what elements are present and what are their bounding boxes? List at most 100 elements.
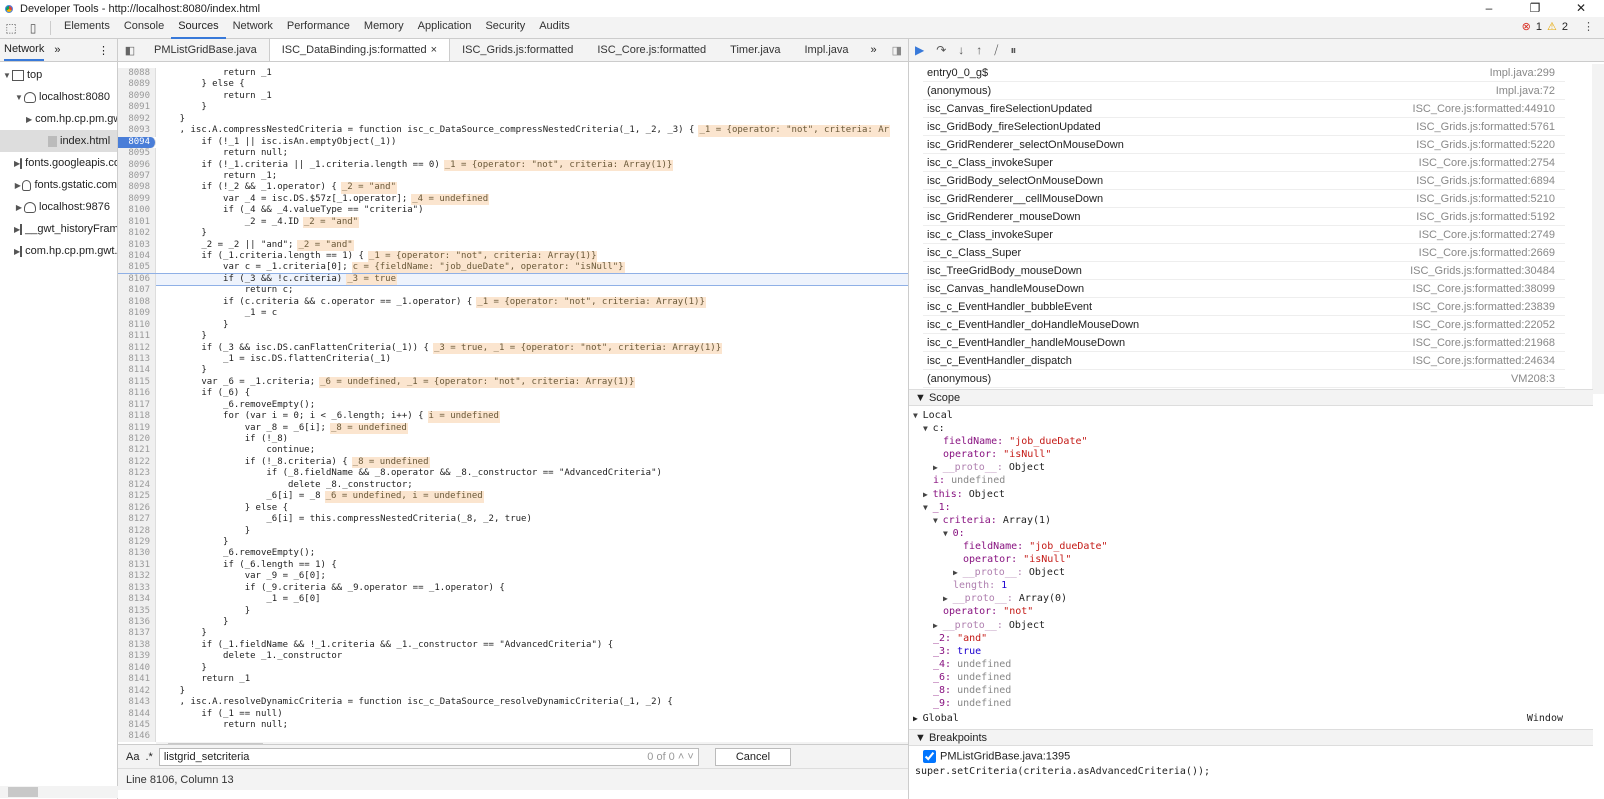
tab-sources[interactable]: Sources xyxy=(171,16,226,39)
line-number[interactable]: 8088 xyxy=(118,68,156,80)
line-number[interactable]: 8090 xyxy=(118,90,156,103)
line-number[interactable]: 8108 xyxy=(118,296,156,309)
tab-elements[interactable]: Elements xyxy=(57,16,117,39)
navigator-item[interactable]: ▶ fonts.gstatic.com xyxy=(0,174,117,196)
line-number[interactable]: 8114 xyxy=(118,365,156,377)
collapse-arrow-icon[interactable]: ▼ xyxy=(14,93,24,102)
toggle-navigator-icon[interactable]: ◧ xyxy=(118,44,142,57)
call-frame[interactable]: isc_Canvas_fireSelectionUpdated ISC_Core.… xyxy=(923,100,1565,118)
line-number[interactable]: 8127 xyxy=(118,514,156,526)
call-frame-location[interactable]: VM208:3 xyxy=(1511,373,1555,385)
collapse-arrow-icon[interactable]: ▼ xyxy=(913,411,923,420)
line-number[interactable]: 8146 xyxy=(118,731,156,742)
tab-security[interactable]: Security xyxy=(478,16,532,39)
line-number[interactable]: 8125 xyxy=(118,491,156,503)
call-stack-scrollbar[interactable] xyxy=(1592,64,1604,394)
line-number[interactable]: 8110 xyxy=(118,319,156,332)
line-number[interactable]: 8117 xyxy=(118,399,156,412)
call-frame-location[interactable]: ISC_Core.js:formatted:38099 xyxy=(1413,283,1555,295)
tab-performance[interactable]: Performance xyxy=(280,16,357,39)
call-frame[interactable]: isc_c_EventHandler_handleMouseDown ISC_Co… xyxy=(923,334,1565,352)
tab-network[interactable]: Network xyxy=(226,16,280,39)
call-frame[interactable]: isc_c_EventHandler_bubbleEvent ISC_Core.j… xyxy=(923,298,1565,316)
scope-entry[interactable]: ▼ criteria: Array(1) xyxy=(913,514,1563,527)
line-number[interactable]: 8121 xyxy=(118,445,156,457)
line-number[interactable]: 8093 xyxy=(118,125,156,137)
navigator-more-tabs[interactable]: » xyxy=(54,44,60,56)
more-file-tabs[interactable]: » xyxy=(861,44,887,56)
line-number[interactable]: 8123 xyxy=(118,468,156,480)
navigator-item[interactable]: ▼ localhost:8080 xyxy=(0,86,117,108)
breakpoint-item[interactable]: PMListGridBase.java:1395 xyxy=(923,750,1070,763)
minimize-button[interactable]: – xyxy=(1466,0,1512,17)
cancel-search-button[interactable]: Cancel xyxy=(714,747,792,766)
call-frame[interactable]: isc_c_Class_invokeSuper ISC_Core.js:forma… xyxy=(923,154,1565,172)
call-frame-location[interactable]: Impl.java:72 xyxy=(1496,85,1555,97)
call-frame[interactable]: isc_Canvas_handleMouseDown ISC_Core.js:fo… xyxy=(923,280,1565,298)
scope-entry[interactable]: ▼ Local xyxy=(913,409,1563,422)
call-frame-location[interactable]: ISC_Core.js:formatted:44910 xyxy=(1413,103,1555,115)
call-frame[interactable]: isc_c_EventHandler_dispatch ISC_Core.js:f… xyxy=(923,352,1565,370)
line-number[interactable]: 8141 xyxy=(118,674,156,686)
call-frame-location[interactable]: ISC_Grids.js:formatted:30484 xyxy=(1410,265,1555,277)
breakpoint-checkbox[interactable] xyxy=(923,750,936,763)
search-input[interactable]: listgrid_setcriteria 0 of 0 ˄ ˅ xyxy=(158,747,699,766)
scope-entry[interactable]: ▶ __proto__: Array(0) xyxy=(913,592,1563,605)
call-frame[interactable]: isc_GridBody_fireSelectionUpdated ISC_Gri… xyxy=(923,118,1565,136)
deactivate-breakpoints-icon[interactable]: ⧸ xyxy=(994,43,998,58)
navigator-item[interactable]: ▶ com.hp.cp.pm.gwt. xyxy=(0,240,117,262)
file-tab[interactable]: ISC_DataBinding.js:formatted × xyxy=(268,39,451,61)
line-number[interactable]: 8099 xyxy=(118,193,156,206)
scope-entry[interactable]: ▶ this: Object xyxy=(913,488,1563,501)
line-number[interactable]: 8104 xyxy=(118,251,156,263)
line-number[interactable]: 8131 xyxy=(118,559,156,572)
call-frame[interactable]: (anonymous) Impl.java:72 xyxy=(923,82,1565,100)
expand-arrow-icon[interactable]: ▶ xyxy=(14,203,24,212)
scope-global[interactable]: ▶ Global Window xyxy=(913,713,1563,724)
navigator-item[interactable]: ▶ localhost:9876 xyxy=(0,196,117,218)
file-tab[interactable]: PMListGridBase.java xyxy=(142,39,269,61)
toggle-debugger-icon[interactable]: ◨ xyxy=(892,44,908,57)
line-number[interactable]: 8115 xyxy=(118,376,156,389)
line-number[interactable]: 8134 xyxy=(118,594,156,606)
navigator-item[interactable]: ▶fonts.googleapis.com xyxy=(0,152,117,174)
call-frame[interactable]: isc_GridRenderer_mouseDown ISC_Grids.js:f… xyxy=(923,208,1565,226)
line-number[interactable]: 8128 xyxy=(118,525,156,537)
line-number[interactable]: 8111 xyxy=(118,331,156,343)
call-frame-location[interactable]: ISC_Core.js:formatted:2754 xyxy=(1419,157,1555,169)
line-number[interactable]: 8091 xyxy=(118,102,156,114)
navigator-item[interactable]: ▶ __gwt_historyFrame xyxy=(0,218,117,240)
line-number[interactable]: 8145 xyxy=(118,719,156,732)
line-number[interactable]: 8124 xyxy=(118,479,156,492)
match-case-toggle[interactable]: Aa xyxy=(126,751,139,763)
line-number[interactable]: 8137 xyxy=(118,628,156,640)
line-number[interactable]: 8092 xyxy=(118,113,156,126)
line-number[interactable]: 8130 xyxy=(118,548,156,560)
collapse-arrow-icon[interactable]: ▼ xyxy=(943,529,953,538)
more-options-icon[interactable]: ⋮ xyxy=(1583,20,1594,33)
navigator-item[interactable]: index.html xyxy=(0,130,117,152)
line-number[interactable]: 8143 xyxy=(118,697,156,709)
line-number[interactable]: 8100 xyxy=(118,205,156,217)
file-tab[interactable]: ISC_Core.js:formatted xyxy=(585,39,718,61)
breakpoint-marker[interactable]: 8094 xyxy=(118,136,156,149)
line-number[interactable]: 8132 xyxy=(118,571,156,583)
restore-button[interactable]: ❐ xyxy=(1512,0,1558,17)
file-tab[interactable]: ISC_Grids.js:formatted xyxy=(450,39,585,61)
inspect-element-icon[interactable]: ⬚ xyxy=(0,21,22,35)
step-over-icon[interactable]: ↷ xyxy=(936,43,946,57)
call-frame[interactable]: entry0_0_g$ Impl.java:299 xyxy=(923,64,1565,82)
scope-section-header[interactable]: ▼ Scope xyxy=(909,389,1593,406)
navigator-item[interactable]: ▼ top xyxy=(0,64,117,86)
line-number[interactable]: 8116 xyxy=(118,388,156,400)
line-number[interactable]: 8112 xyxy=(118,342,156,354)
line-number[interactable]: 8089 xyxy=(118,79,156,91)
expand-arrow-icon[interactable]: ▶ xyxy=(933,463,943,472)
call-frame-location[interactable]: ISC_Grids.js:formatted:5192 xyxy=(1416,211,1555,223)
call-frame-location[interactable]: ISC_Grids.js:formatted:5210 xyxy=(1416,193,1555,205)
line-number[interactable]: 8139 xyxy=(118,651,156,663)
tab-audits[interactable]: Audits xyxy=(532,16,577,39)
expand-arrow-icon[interactable]: ▶ xyxy=(26,115,32,124)
line-number[interactable]: 8097 xyxy=(118,170,156,183)
call-frame[interactable]: isc_c_Class_Super ISC_Core.js:formatted:2… xyxy=(923,244,1565,262)
